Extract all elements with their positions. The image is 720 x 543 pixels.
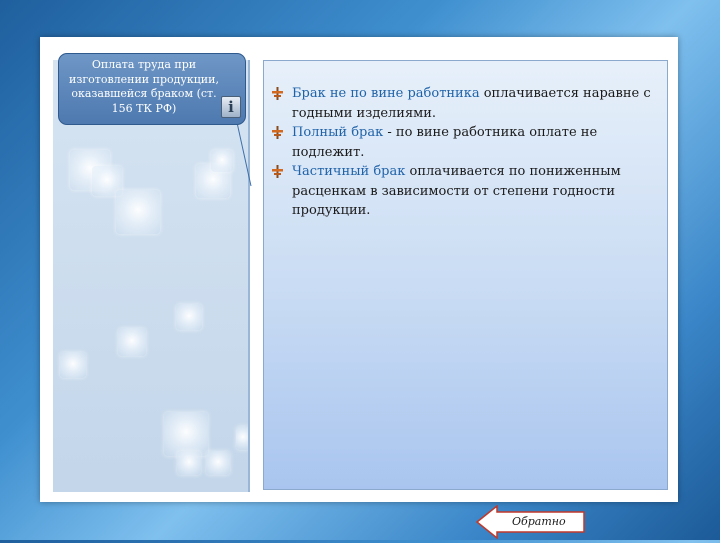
back-button-label: Обратно: [512, 515, 566, 528]
rules-list: Брак не по вине работника оплачивается н…: [272, 84, 652, 221]
vertical-divider: [248, 60, 250, 492]
info-icon[interactable]: i: [221, 96, 241, 118]
decorative-square: [118, 328, 146, 356]
list-item: Полный брак - по вине работника оплате н…: [272, 123, 652, 162]
decorative-square: [176, 304, 202, 330]
bullet-term: Частичный брак: [292, 164, 406, 179]
pin-bullet-icon: [272, 87, 283, 100]
decorative-square: [177, 451, 201, 475]
decorative-square: [116, 190, 160, 234]
decorative-square: [206, 451, 230, 475]
bullet-term: Брак не по вине работника: [292, 86, 480, 101]
decorative-square: [236, 426, 248, 450]
decorative-square: [211, 150, 233, 172]
pin-bullet-icon: [272, 126, 283, 139]
list-item: Брак не по вине работника оплачивается н…: [272, 84, 652, 123]
bullet-term: Полный брак: [292, 125, 384, 140]
decorative-square: [164, 412, 208, 456]
article-callout[interactable]: Оплата труда при изготовлении продукции,…: [58, 53, 246, 125]
decorative-square: [60, 352, 86, 378]
callout-text: Оплата труда при изготовлении продукции,…: [69, 58, 219, 115]
back-button[interactable]: Обратно: [475, 504, 586, 540]
list-item: Частичный брак оплачивается по пониженны…: [272, 162, 652, 221]
pin-bullet-icon: [272, 165, 283, 178]
